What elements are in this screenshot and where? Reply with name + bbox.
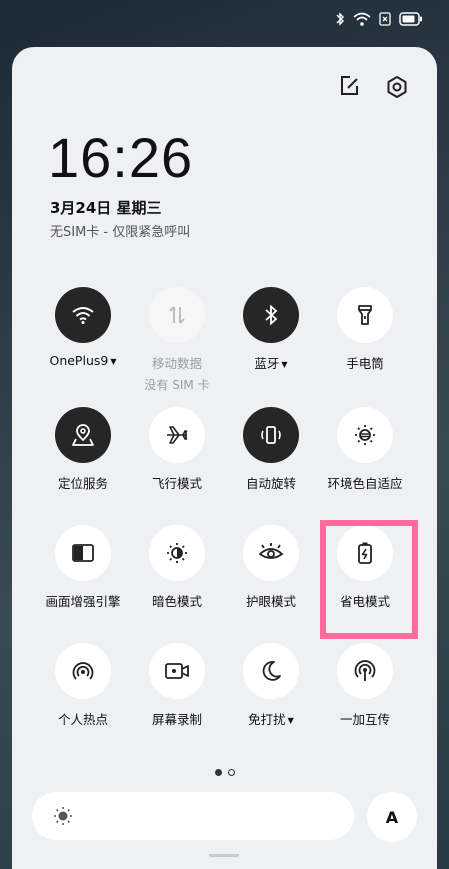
location-icon [72,424,94,446]
tile-airplane[interactable]: 飞行模式 [127,407,227,492]
tile-label: OnePlus9 [49,353,109,368]
tile-bluetooth[interactable]: 蓝牙 ▼ [221,287,321,372]
tile-ambient[interactable]: 环境色自适应 [315,407,415,492]
screen-record-icon [165,663,189,679]
tile-oneplus-share[interactable]: 一加互传 [315,643,415,728]
no-sim-icon [379,12,391,26]
tile-screen-record[interactable]: 屏幕录制 [127,643,227,728]
tile-label: 自动旋转 [245,476,296,491]
rotate-icon [261,426,281,444]
battery-icon [399,12,422,26]
flashlight-icon [358,305,372,325]
tile-dark-mode[interactable]: 暗色模式 [127,525,227,610]
sim-status: 无SIM卡 - 仅限紧急呼叫 [50,225,191,240]
ambient-display-icon [355,425,375,445]
tile-label: 手电筒 [346,356,384,371]
tile-label: 画面增强引擎 [45,594,121,609]
brightness-slider[interactable] [32,792,354,840]
tile-sublabel: 没有 SIM 卡 [144,378,210,392]
dark-mode-icon [167,543,187,563]
tile-label: 环境色自适应 [327,476,403,491]
tile-label: 飞行模式 [151,476,202,491]
quick-settings-panel: 16:26 3月24日 星期三 无SIM卡 - 仅限紧急呼叫 OnePlus9 ▼… [12,47,437,869]
bluetooth-icon [336,12,344,26]
drag-handle[interactable] [209,854,239,857]
page-dot-1[interactable] [214,769,222,776]
edit-icon[interactable] [339,75,361,97]
page-dot-2[interactable] [227,769,235,776]
tile-label: 定位服务 [57,476,108,491]
tile-location[interactable]: 定位服务 [33,407,133,492]
tile-label: 屏幕录制 [151,712,202,727]
auto-brightness-label: A [385,807,399,827]
display-engine-icon [72,544,94,562]
sun-icon [54,807,72,825]
page-indicator [12,769,437,776]
tile-label: 护眼模式 [245,594,296,609]
tile-display-engine[interactable]: 画面增强引擎 [33,525,133,610]
tile-label: 免打扰 [248,712,286,727]
airplane-icon [167,426,188,444]
eye-comfort-icon [258,543,284,559]
status-bar [335,12,423,26]
tile-wifi[interactable]: OnePlus9 ▼ [33,287,133,368]
date: 3月24日 星期三 [50,199,162,217]
tile-dnd[interactable]: 免打扰 ▼ [221,643,321,728]
wifi-icon [353,12,371,26]
settings-icon[interactable] [385,75,409,99]
tile-label: 暗色模式 [151,594,202,609]
tile-label: 移动数据 [151,356,202,371]
tile-eye-comfort[interactable]: 护眼模式 [221,525,321,610]
tile-label: 一加互传 [339,712,390,727]
auto-brightness-button[interactable]: A [367,792,417,842]
mobile-data-icon [169,306,185,324]
moon-icon [262,661,281,681]
highlight-box [320,520,418,639]
share-icon [354,660,376,681]
bluetooth-icon [265,304,278,326]
tile-label: 蓝牙 [254,356,280,371]
tile-auto-rotate[interactable]: 自动旋转 [221,407,321,492]
tile-hotspot[interactable]: 个人热点 [33,643,133,728]
tile-mobile-data[interactable]: 移动数据 没有 SIM 卡 [127,287,227,393]
wifi-icon [72,307,94,324]
hotspot-icon [72,662,94,680]
clock[interactable]: 16:26 [48,125,193,190]
tile-label: 个人热点 [57,712,108,727]
tile-flashlight[interactable]: 手电筒 [315,287,415,372]
